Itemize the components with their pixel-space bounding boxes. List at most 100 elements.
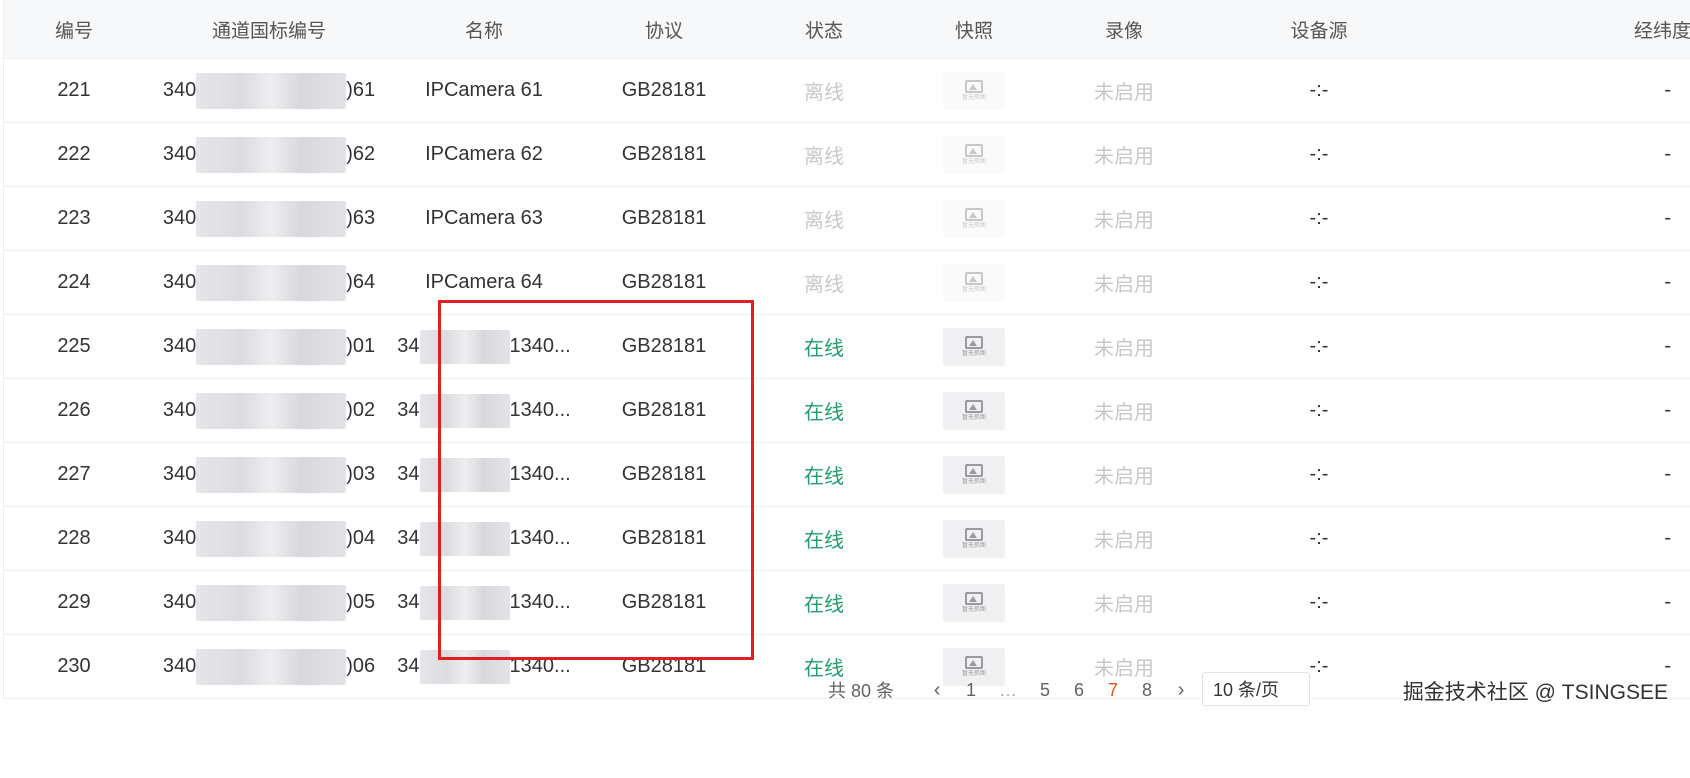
row-id: 230 <box>57 655 91 677</box>
channel-code-prefix: 340 <box>162 591 197 613</box>
snapshot-cell[interactable]: 暂无抓图 <box>894 507 1054 570</box>
channel-code-prefix: 340 <box>162 463 197 485</box>
chevron-left-icon[interactable]: ‹ <box>920 679 954 702</box>
channel-code-suffix: )03 <box>346 463 376 485</box>
col-id: 编号 <box>54 20 93 42</box>
table-row: 224 340 )64 IPCamera 64 GB28181 离线 暂无抓图 … <box>4 251 1690 315</box>
protocol: GB28181 <box>621 655 707 677</box>
channel-name: IPCamera 62 <box>425 143 543 165</box>
channel-code: 340 )64 <box>144 251 394 314</box>
redaction-blur <box>196 584 347 621</box>
recording-status: 未启用 <box>1094 146 1154 168</box>
redaction-blur <box>196 648 347 685</box>
page-6[interactable]: 6 <box>1062 680 1096 701</box>
channel-code-suffix: )63 <box>346 207 376 229</box>
channel-code: 340 )63 <box>144 187 394 250</box>
page-size-select[interactable]: 10 条/页 <box>1202 672 1310 706</box>
channel-name-masked: 34 1340... <box>397 393 571 428</box>
snapshot-thumbnail[interactable]: 暂无抓图 <box>943 391 1005 430</box>
protocol: GB28181 <box>621 207 707 229</box>
row-id: 227 <box>57 463 91 485</box>
redaction-blur <box>196 520 347 557</box>
snapshot-cell[interactable]: 暂无抓图 <box>894 443 1054 506</box>
snapshot-thumbnail[interactable]: 暂无抓图 <box>943 199 1005 238</box>
channel-code: 340 )02 <box>144 379 394 442</box>
image-placeholder-icon <box>965 79 983 93</box>
device-source: -:- <box>1309 527 1329 549</box>
redaction-blur <box>196 456 347 493</box>
device-source: -:- <box>1309 79 1329 101</box>
page-7[interactable]: 7 <box>1096 680 1130 701</box>
channel-code: 340 )04 <box>144 507 394 570</box>
geo: - <box>1664 79 1671 101</box>
channel-code-suffix: )61 <box>346 79 376 101</box>
status-badge: 离线 <box>804 82 844 104</box>
geo: - <box>1664 399 1671 421</box>
name-cell: IPCamera 61 <box>394 59 574 122</box>
device-source: -:- <box>1309 591 1329 613</box>
page-ellipsis[interactable]: … <box>988 680 1028 701</box>
status-badge: 离线 <box>804 210 844 232</box>
snapshot-thumbnail[interactable]: 暂无抓图 <box>943 135 1005 174</box>
geo: - <box>1664 143 1671 165</box>
geo: - <box>1664 591 1671 613</box>
page-8[interactable]: 8 <box>1130 680 1164 701</box>
snapshot-cell[interactable]: 暂无抓图 <box>894 59 1054 122</box>
page-1[interactable]: 1 <box>954 680 988 701</box>
image-placeholder-icon <box>965 591 983 605</box>
snapshot-cell[interactable]: 暂无抓图 <box>894 123 1054 186</box>
channel-name-masked: 34 1340... <box>397 649 571 684</box>
channel-code: 340 )01 <box>144 315 394 378</box>
snapshot-thumbnail[interactable]: 暂无抓图 <box>943 327 1005 366</box>
status-badge: 在线 <box>804 466 844 488</box>
redaction-blur <box>196 392 347 429</box>
chevron-right-icon[interactable]: › <box>1164 679 1198 702</box>
snapshot-thumbnail[interactable]: 暂无抓图 <box>943 583 1005 622</box>
name-cell: 34 1340... <box>394 507 574 570</box>
device-source: -:- <box>1309 143 1329 165</box>
snapshot-placeholder-text: 暂无抓图 <box>961 286 986 293</box>
table-row: 226 340 )02 34 1340... GB28181 在线 暂无抓图 未… <box>4 379 1690 443</box>
snapshot-cell[interactable]: 暂无抓图 <box>894 571 1054 634</box>
snapshot-thumbnail[interactable]: 暂无抓图 <box>943 455 1005 494</box>
image-placeholder-icon <box>965 143 983 157</box>
channel-name-masked: 34 1340... <box>397 457 571 492</box>
channel-code: 340 )05 <box>144 571 394 634</box>
protocol: GB28181 <box>621 463 707 485</box>
col-status: 状态 <box>804 20 843 42</box>
name-cell: 34 1340... <box>394 379 574 442</box>
protocol: GB28181 <box>621 591 707 613</box>
image-placeholder-icon <box>965 463 983 477</box>
page-5[interactable]: 5 <box>1028 680 1062 701</box>
row-id: 221 <box>57 79 91 101</box>
snapshot-placeholder-text: 暂无抓图 <box>961 94 986 101</box>
redaction-blur <box>196 136 347 173</box>
channel-name-suffix: 1340... <box>509 463 571 485</box>
snapshot-placeholder-text: 暂无抓图 <box>961 222 986 229</box>
col-name: 名称 <box>464 20 503 42</box>
snapshot-cell[interactable]: 暂无抓图 <box>894 251 1054 314</box>
geo: - <box>1664 271 1671 293</box>
table-row: 227 340 )03 34 1340... GB28181 在线 暂无抓图 未… <box>4 443 1690 507</box>
name-cell: IPCamera 64 <box>394 251 574 314</box>
snapshot-thumbnail[interactable]: 暂无抓图 <box>943 71 1005 110</box>
geo: - <box>1664 527 1671 549</box>
channel-code: 340 )03 <box>144 443 394 506</box>
channel-code-prefix: 340 <box>162 79 197 101</box>
snapshot-thumbnail[interactable]: 暂无抓图 <box>943 263 1005 302</box>
snapshot-cell[interactable]: 暂无抓图 <box>894 187 1054 250</box>
channel-code: 340 )06 <box>144 635 394 698</box>
snapshot-cell[interactable]: 暂无抓图 <box>894 315 1054 378</box>
snapshot-cell[interactable]: 暂无抓图 <box>894 379 1054 442</box>
snapshot-placeholder-text: 暂无抓图 <box>961 350 986 357</box>
recording-status: 未启用 <box>1094 210 1154 232</box>
table-row: 222 340 )62 IPCamera 62 GB28181 离线 暂无抓图 … <box>4 123 1690 187</box>
redaction-blur <box>419 649 510 684</box>
channel-code-prefix: 340 <box>162 655 197 677</box>
snapshot-placeholder-text: 暂无抓图 <box>961 478 986 485</box>
channel-code-suffix: )06 <box>346 655 376 677</box>
channel-name-prefix: 34 <box>397 399 420 421</box>
snapshot-thumbnail[interactable]: 暂无抓图 <box>943 519 1005 558</box>
protocol: GB28181 <box>621 399 707 421</box>
channel-name: IPCamera 61 <box>425 79 543 101</box>
